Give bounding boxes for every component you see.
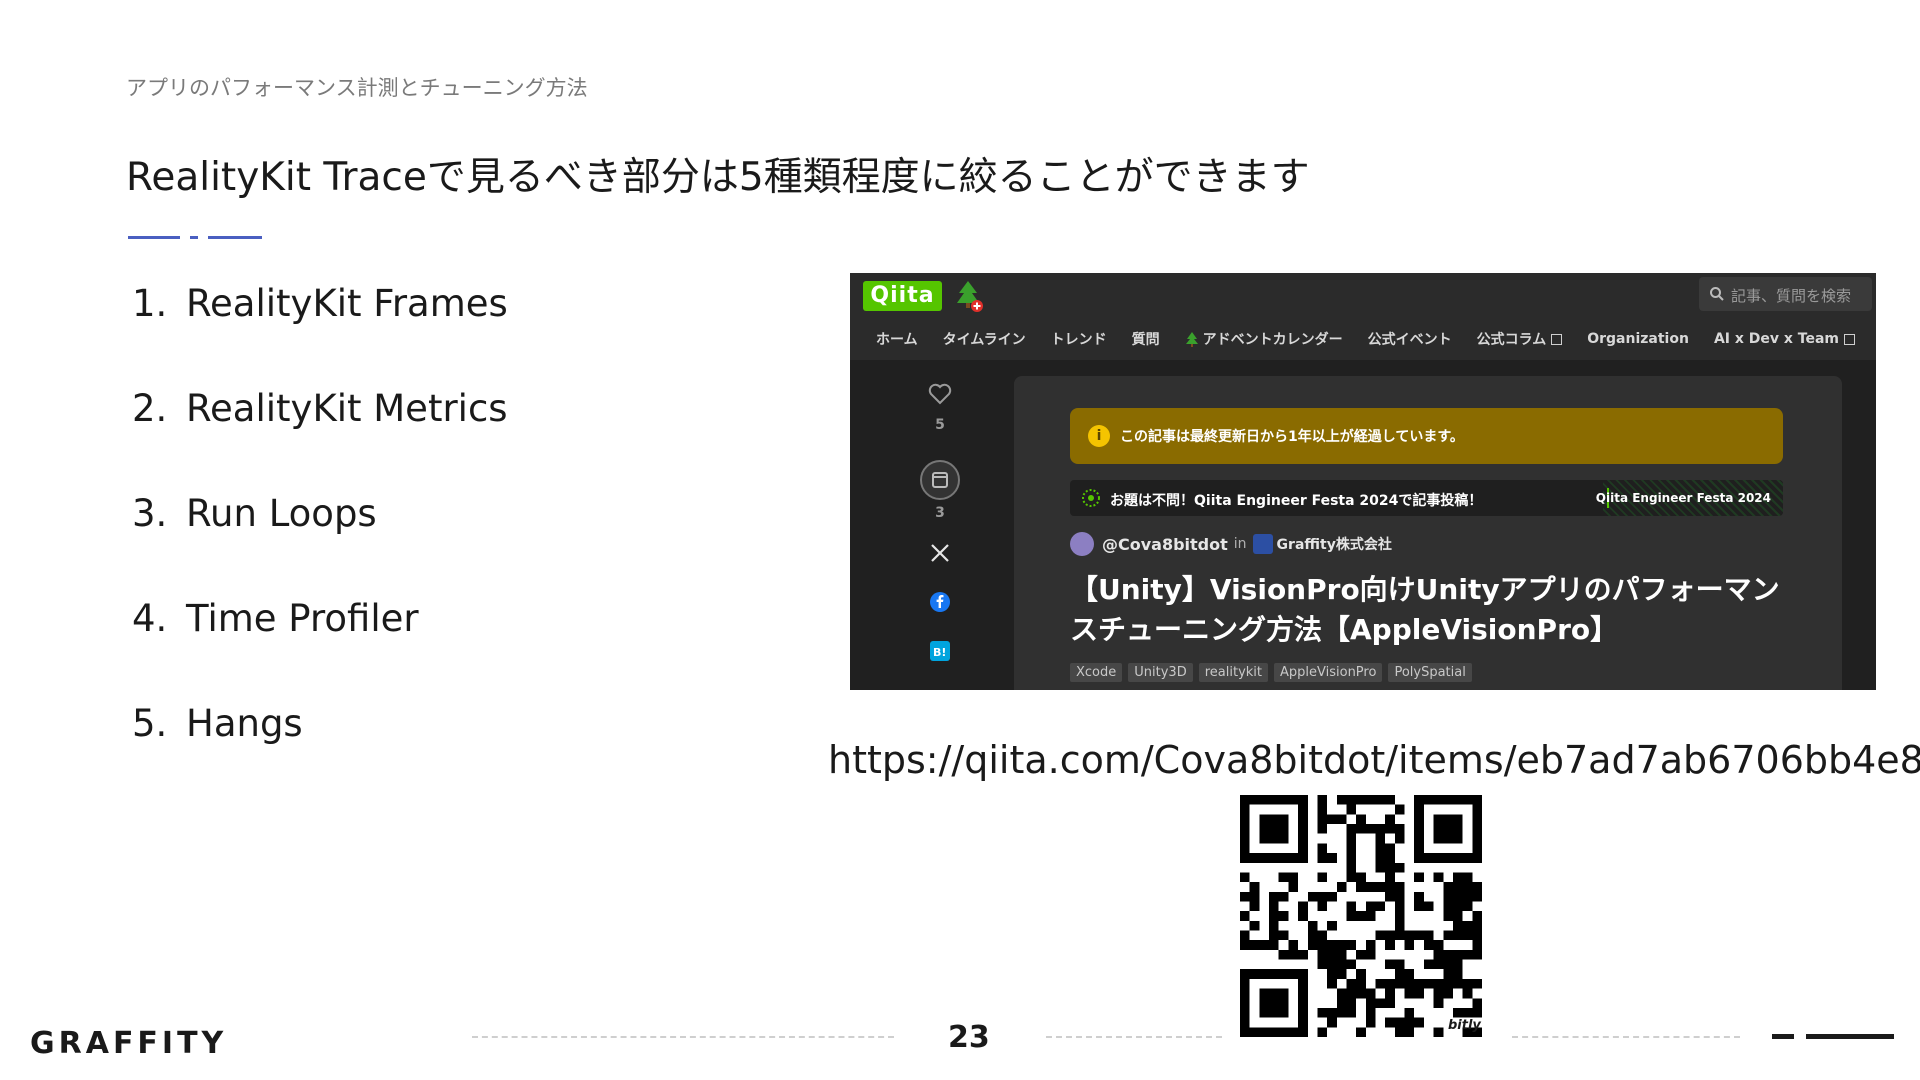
article-author: @Cova8bitdot in Graffity株式会社	[1070, 532, 1392, 556]
breadcrumb: アプリのパフォーマンス計測とチューニング方法	[126, 76, 588, 100]
nav-advent-calendar[interactable]: アドベントカレンダー	[1185, 329, 1343, 349]
tag[interactable]: Unity3D	[1128, 663, 1193, 682]
festa-icon	[1082, 489, 1100, 507]
footer-end-mark	[1772, 1034, 1794, 1039]
article-title[interactable]: 【Unity】VisionPro向けUnityアプリのパフォーマンスチューニング…	[1070, 570, 1790, 650]
footer-end-mark	[1806, 1034, 1894, 1039]
external-link-icon	[1551, 333, 1563, 345]
list-item-text: Time Profiler	[186, 596, 419, 640]
organization-name[interactable]: Graffity株式会社	[1277, 534, 1392, 554]
christmas-tree-icon	[957, 281, 983, 312]
list-item-number: 5.	[132, 701, 168, 745]
list-item: 2. RealityKit Metrics	[132, 386, 508, 430]
article-tags: Xcode Unity3D realitykit AppleVisionPro …	[1070, 663, 1478, 682]
list-item: 4. Time Profiler	[132, 596, 508, 640]
list-item-text: RealityKit Frames	[186, 281, 508, 325]
in-label: in	[1233, 536, 1247, 552]
article-card: i この記事は最終更新日から1年以上が経過しています。 お題は不問！Qiita …	[1014, 376, 1842, 690]
festa-text: お題は不問！Qiita Engineer Festa 2024で記事投稿！	[1110, 493, 1483, 509]
page-title: RealityKit Traceで見るべき部分は5種類程度に絞ることができます	[126, 155, 1310, 200]
list-item-text: Hangs	[186, 701, 303, 745]
svg-text:B!: B!	[933, 646, 946, 659]
footer-divider	[1512, 1036, 1740, 1038]
search-box[interactable]: 記事、質問を検索	[1699, 277, 1872, 311]
tag[interactable]: AppleVisionPro	[1274, 663, 1383, 682]
mini-tree-icon	[1185, 332, 1198, 347]
like-count: 5	[935, 417, 945, 433]
stock-count: 3	[935, 505, 945, 521]
nav-official-column-label: 公式コラム	[1476, 332, 1547, 348]
list-item: 3. Run Loops	[132, 491, 508, 535]
footer-divider	[472, 1036, 894, 1038]
qiita-article-screenshot: Qiita 記事、質問を検索 ホーム タイムライン トレンド 質問 アドベントカ…	[850, 273, 1876, 690]
list-item-text: Run Loops	[186, 491, 377, 535]
nav-official-events[interactable]: 公式イベント	[1368, 329, 1452, 349]
nav-timeline[interactable]: タイムライン	[943, 329, 1026, 349]
nav-questions[interactable]: 質問	[1132, 329, 1160, 349]
list-item-number: 4.	[132, 596, 168, 640]
list-item-text: RealityKit Metrics	[186, 386, 508, 430]
qiita-header: Qiita 記事、質問を検索 ホーム タイムライン トレンド 質問 アドベントカ…	[850, 273, 1876, 360]
nav-ai-dev-team-label: AI x Dev x Team	[1713, 331, 1840, 347]
key-points-list: 1. RealityKit Frames 2. RealityKit Metrics 3…	[132, 282, 508, 807]
list-item-number: 3.	[132, 491, 168, 535]
page-number: 23	[948, 1020, 990, 1055]
article-url[interactable]: https://qiita.com/Cova8bitdot/items/eb7a…	[828, 738, 1920, 782]
search-placeholder: 記事、質問を検索	[1731, 287, 1852, 305]
info-icon: i	[1088, 425, 1110, 447]
footer-logo: GRAFFITY	[30, 1026, 228, 1061]
title-underline	[128, 236, 262, 240]
share-x-button[interactable]	[910, 543, 970, 563]
outdated-warning: i この記事は最終更新日から1年以上が経過しています。	[1070, 408, 1783, 464]
tag[interactable]: realitykit	[1198, 663, 1268, 682]
tag[interactable]: Xcode	[1070, 663, 1123, 682]
nav-official-column[interactable]: 公式コラム	[1477, 329, 1563, 349]
share-hatena-button[interactable]: B!	[910, 641, 970, 661]
stock-icon	[920, 460, 960, 500]
list-item-number: 2.	[132, 386, 168, 430]
hatena-bookmark-icon: B!	[930, 641, 950, 661]
heart-icon	[928, 383, 952, 405]
list-item: 1. RealityKit Frames	[132, 281, 508, 325]
festa-banner[interactable]: お題は不問！Qiita Engineer Festa 2024で記事投稿！ Qi…	[1070, 480, 1783, 516]
organization-logo	[1252, 534, 1273, 554]
share-facebook-button[interactable]	[910, 592, 970, 612]
warning-text: この記事は最終更新日から1年以上が経過しています。	[1120, 429, 1464, 445]
nav-trend[interactable]: トレンド	[1051, 329, 1107, 349]
footer-divider	[1046, 1036, 1222, 1038]
nav-advent-calendar-label: アドベントカレンダー	[1202, 332, 1343, 348]
avatar[interactable]	[1070, 532, 1094, 556]
qiita-logo[interactable]: Qiita	[863, 281, 942, 311]
facebook-icon	[930, 592, 950, 612]
like-button[interactable]	[910, 383, 970, 405]
nav-ai-dev-team[interactable]: AI x Dev x Team	[1713, 331, 1856, 347]
nav-organization[interactable]: Organization	[1587, 331, 1689, 347]
list-item: 5. Hangs	[132, 701, 508, 745]
stock-button[interactable]	[910, 459, 970, 501]
festa-badge-text: Qiita Engineer Festa 2024	[1595, 491, 1771, 505]
search-icon	[1710, 287, 1724, 301]
tag[interactable]: PolySpatial	[1388, 663, 1472, 682]
nav-home[interactable]: ホーム	[876, 329, 918, 349]
x-logo-icon	[931, 544, 949, 562]
qr-code[interactable]	[1240, 795, 1482, 1037]
external-link-icon	[1844, 333, 1856, 345]
qr-brand: bitly	[1448, 1018, 1481, 1033]
list-item-number: 1.	[132, 281, 168, 325]
author-name[interactable]: @Cova8bitdot	[1102, 535, 1228, 554]
qiita-nav: ホーム タイムライン トレンド 質問 アドベントカレンダー 公式イベント 公式コ…	[876, 329, 1876, 349]
